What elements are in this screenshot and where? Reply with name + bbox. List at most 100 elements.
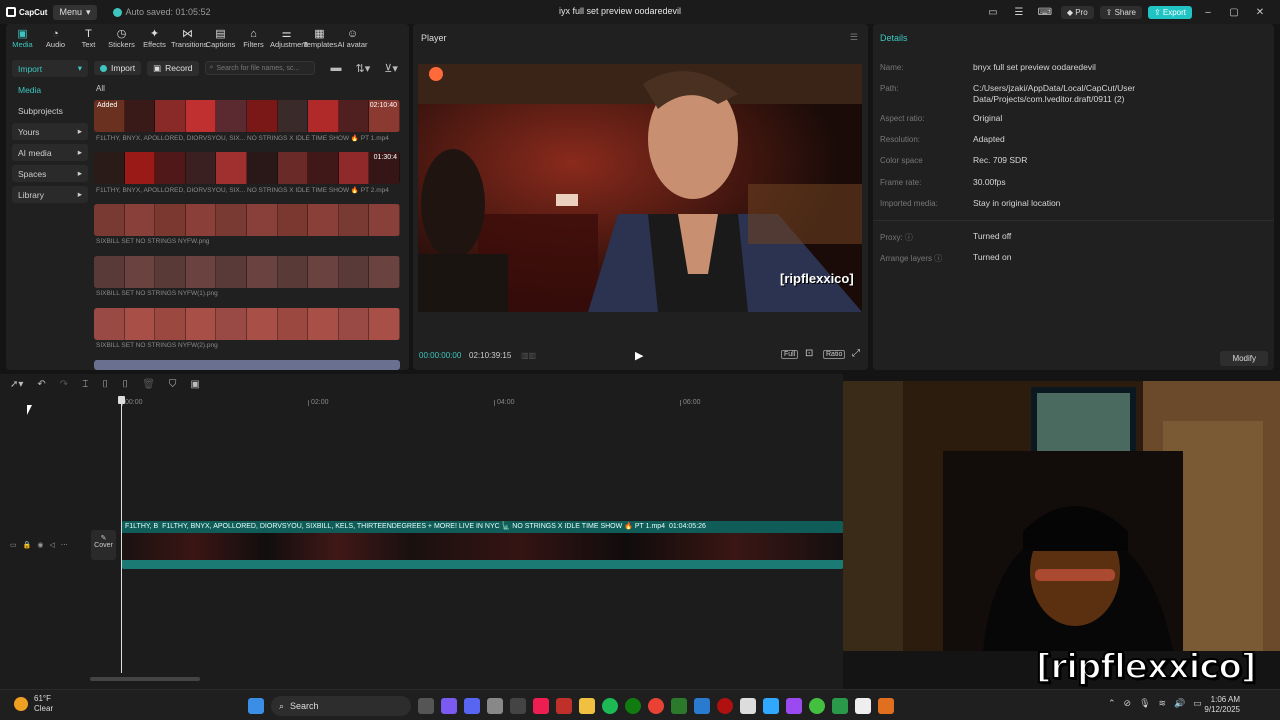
task-view-icon[interactable] <box>418 698 434 714</box>
import-button[interactable]: Import <box>94 61 142 75</box>
video-preview[interactable]: [ripflexxico] <box>418 64 862 312</box>
cover-button[interactable]: ✎ Cover <box>91 530 116 560</box>
shortcut-icon[interactable]: ⌨ <box>1035 7 1055 18</box>
volume-icon[interactable]: ◁ <box>49 541 54 549</box>
tab-media[interactable]: ▣ Media <box>6 26 39 52</box>
app5-icon[interactable] <box>809 698 825 714</box>
timeline-ruler[interactable]: 00:00 02:00 04:00 06:00 <box>120 396 843 408</box>
search-input[interactable]: ⌕ Search for file names, sc... <box>204 61 315 75</box>
tiktok-icon[interactable] <box>533 698 549 714</box>
app3-icon[interactable] <box>717 698 733 714</box>
layout-icon[interactable]: ▭ <box>983 7 1003 18</box>
capcut-taskbar-icon[interactable] <box>740 698 756 714</box>
photoshop-icon[interactable] <box>763 698 779 714</box>
sidebar-item-media[interactable]: Media <box>12 81 88 98</box>
sidebar-item-library[interactable]: Library ▸ <box>12 186 88 203</box>
timeline-view-icon[interactable]: ▥▥ <box>521 351 536 360</box>
photos-icon[interactable] <box>694 698 710 714</box>
ratio-button[interactable]: Ratio <box>823 350 846 359</box>
record-button[interactable]: ▣ Record <box>147 60 199 76</box>
full-button[interactable]: Full <box>781 350 799 359</box>
marker-icon[interactable]: ▣ <box>190 379 199 390</box>
menu-button[interactable]: Menu ▾ <box>53 4 97 20</box>
chrome-icon[interactable] <box>648 698 664 714</box>
discord-icon[interactable] <box>464 698 480 714</box>
playhead[interactable] <box>121 398 122 673</box>
tab-effects[interactable]: ✦ Effects <box>138 26 171 52</box>
tab-stickers[interactable]: ◷ Stickers <box>105 26 138 52</box>
clock[interactable]: 1:06 AM 9/12/2025 <box>1204 695 1240 715</box>
playhead-handle[interactable] <box>118 396 125 404</box>
snapshot-icon[interactable]: ⊡ <box>803 348 815 359</box>
shield-icon[interactable]: ⛉ <box>169 379 177 390</box>
media-clip-thumbnail[interactable] <box>94 360 400 370</box>
timeline-scrollbar[interactable] <box>90 677 200 681</box>
media-clip-thumbnail[interactable] <box>94 204 400 236</box>
export-button[interactable]: ⇪ Export <box>1147 5 1192 19</box>
tab-templates[interactable]: ▦ Templates <box>303 26 337 52</box>
start-icon[interactable] <box>248 698 264 714</box>
speaker-icon[interactable]: 🔊 <box>1174 698 1185 709</box>
split-right-icon[interactable]: ⌷ <box>122 379 128 390</box>
sidebar-item-yours[interactable]: Yours ▸ <box>12 123 88 140</box>
vlc-icon[interactable] <box>878 698 894 714</box>
pro-button[interactable]: ◆ Pro <box>1060 5 1094 19</box>
weather-widget[interactable]: 61°F Clear <box>14 694 53 714</box>
media-clip-thumbnail[interactable] <box>94 308 400 340</box>
tab-ai-avatar[interactable]: ☺ AI avatar <box>336 26 369 52</box>
sidebar-item-spaces[interactable]: Spaces ▸ <box>12 165 88 182</box>
app2-icon[interactable] <box>671 698 687 714</box>
more-icon[interactable]: ⋯ <box>61 541 68 549</box>
sidebar-item-import[interactable]: Import ▾ <box>12 60 88 77</box>
folder-icon[interactable] <box>579 698 595 714</box>
fullscreen-icon[interactable]: ⤢ <box>850 348 862 359</box>
maximize-icon[interactable]: ▢ <box>1224 7 1244 18</box>
select-tool-icon[interactable]: ➚▾ <box>10 379 23 390</box>
app6-icon[interactable] <box>832 698 848 714</box>
split-icon[interactable]: ⌶ <box>82 379 88 390</box>
player-menu-icon[interactable]: ☰ <box>850 32 858 43</box>
track-toggle-icon[interactable]: ▭ <box>10 541 17 549</box>
media-clip-thumbnail[interactable] <box>94 256 400 288</box>
sort-icon[interactable]: ⇅▾ <box>356 62 371 75</box>
opera-icon[interactable] <box>556 698 572 714</box>
xbox-icon[interactable] <box>625 698 641 714</box>
video-track-clip[interactable]: F1LTHY, B F1LTHY, BNYX, APOLLORED, DIORV… <box>122 521 843 569</box>
lock-icon[interactable]: 🔒 <box>23 541 32 549</box>
tab-filters[interactable]: ⌂ Filters <box>237 26 270 52</box>
grid-view-icon[interactable]: ▬ <box>331 62 342 74</box>
tray-chevron-icon[interactable]: ⌃ <box>1108 698 1116 709</box>
eye-icon[interactable]: ◉ <box>37 541 43 549</box>
tab-transitions[interactable]: ⋈ Transitions <box>171 26 207 52</box>
tab-text[interactable]: T Text <box>72 26 105 52</box>
share-button[interactable]: ⇪ Share <box>1099 5 1142 19</box>
filter-icon[interactable]: ⊻▾ <box>384 62 398 75</box>
taskbar-search[interactable]: ⌕ Search <box>271 696 411 716</box>
tab-adjustment[interactable]: ⚌ Adjustment <box>270 26 308 52</box>
battery-icon[interactable]: ▭ <box>1193 698 1202 709</box>
wifi-icon[interactable]: ≋ <box>1159 698 1167 709</box>
sidebar-item-subprojects[interactable]: Subprojects <box>12 102 88 119</box>
media-clip-thumbnail[interactable]: Added 02:10:40 <box>94 100 400 132</box>
tab-captions[interactable]: ▤ Captions <box>204 26 237 52</box>
close-icon[interactable]: ✕ <box>1250 7 1270 18</box>
sidebar-item-ai-media[interactable]: AI media ▸ <box>12 144 88 161</box>
minimize-icon[interactable]: – <box>1198 7 1218 18</box>
undo-icon[interactable]: ↶ <box>37 379 45 390</box>
list-icon[interactable]: ☰ <box>1009 7 1029 18</box>
split-left-icon[interactable]: ⌷ <box>102 379 108 390</box>
obs-icon[interactable] <box>510 698 526 714</box>
mic-icon[interactable]: 🎙 <box>1139 698 1150 709</box>
app-icon[interactable] <box>487 698 503 714</box>
tab-audio[interactable]: ◔ Audio <box>39 26 72 52</box>
play-icon[interactable]: ▶ <box>635 349 643 362</box>
capcut-active-icon[interactable] <box>855 698 871 714</box>
spotify-icon[interactable] <box>602 698 618 714</box>
app4-icon[interactable] <box>786 698 802 714</box>
redo-icon[interactable]: ↷ <box>60 379 68 390</box>
modify-button[interactable]: Modify <box>1220 351 1268 366</box>
media-clip-thumbnail[interactable]: 01:30:4 <box>94 152 400 184</box>
network-off-icon[interactable]: ⊘ <box>1124 698 1132 709</box>
delete-icon[interactable]: 🗑 <box>142 379 155 390</box>
copilot-icon[interactable] <box>441 698 457 714</box>
